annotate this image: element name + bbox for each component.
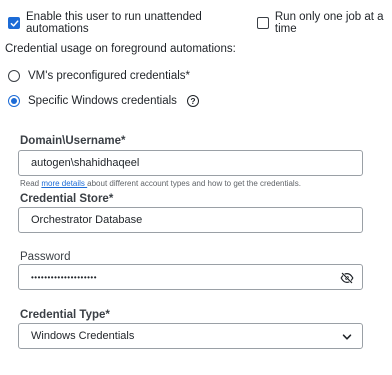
radio-vm-label: VM's preconfigured credentials*: [28, 70, 190, 82]
unattended-label: Enable this user to run unattended autom…: [26, 11, 202, 35]
credential-type-value: Windows Credentials: [31, 330, 135, 342]
eye-slash-icon[interactable]: [340, 271, 354, 285]
unattended-checkbox[interactable]: [8, 17, 20, 29]
helper-suffix: about different account types and how to…: [87, 179, 301, 188]
domain-username-label: Domain\Username*: [20, 135, 126, 147]
radio-specific-input[interactable]: [8, 95, 20, 107]
domain-username-value: autogen\shahidhaqeel: [31, 157, 140, 169]
check-icon: [10, 19, 18, 27]
credential-usage-heading: Credential usage on foreground automatio…: [5, 43, 236, 55]
credential-type-select[interactable]: Windows Credentials: [18, 323, 363, 349]
password-value: ••••••••••••••••••••: [31, 272, 98, 282]
one-job-label: Run only one job at a time: [274, 11, 384, 35]
credential-store-label: Credential Store*: [20, 193, 114, 205]
question-circle-icon[interactable]: ?: [186, 95, 199, 107]
password-input[interactable]: ••••••••••••••••••••: [18, 264, 363, 290]
helper-text: Read more details about different accoun…: [20, 179, 301, 188]
password-label: Password: [20, 251, 71, 263]
chevron-down-icon[interactable]: [342, 332, 352, 342]
radio-vm-input[interactable]: [8, 70, 20, 82]
one-job-checkbox[interactable]: [256, 17, 269, 29]
radio-specific-label: Specific Windows credentials: [28, 95, 177, 107]
options-row: Enable this user to run unattended autom…: [8, 11, 392, 35]
domain-username-input[interactable]: autogen\shahidhaqeel: [18, 150, 363, 176]
radio-specific-windows[interactable]: Specific Windows credentials ?: [8, 95, 199, 107]
helper-prefix: Read: [20, 179, 42, 188]
credential-store-input[interactable]: Orchestrator Database: [18, 207, 363, 233]
radio-vm-preconfigured[interactable]: VM's preconfigured credentials*: [8, 70, 190, 82]
credential-type-label: Credential Type*: [20, 309, 110, 321]
credential-store-value: Orchestrator Database: [31, 214, 143, 226]
more-details-link[interactable]: more details: [41, 179, 87, 188]
